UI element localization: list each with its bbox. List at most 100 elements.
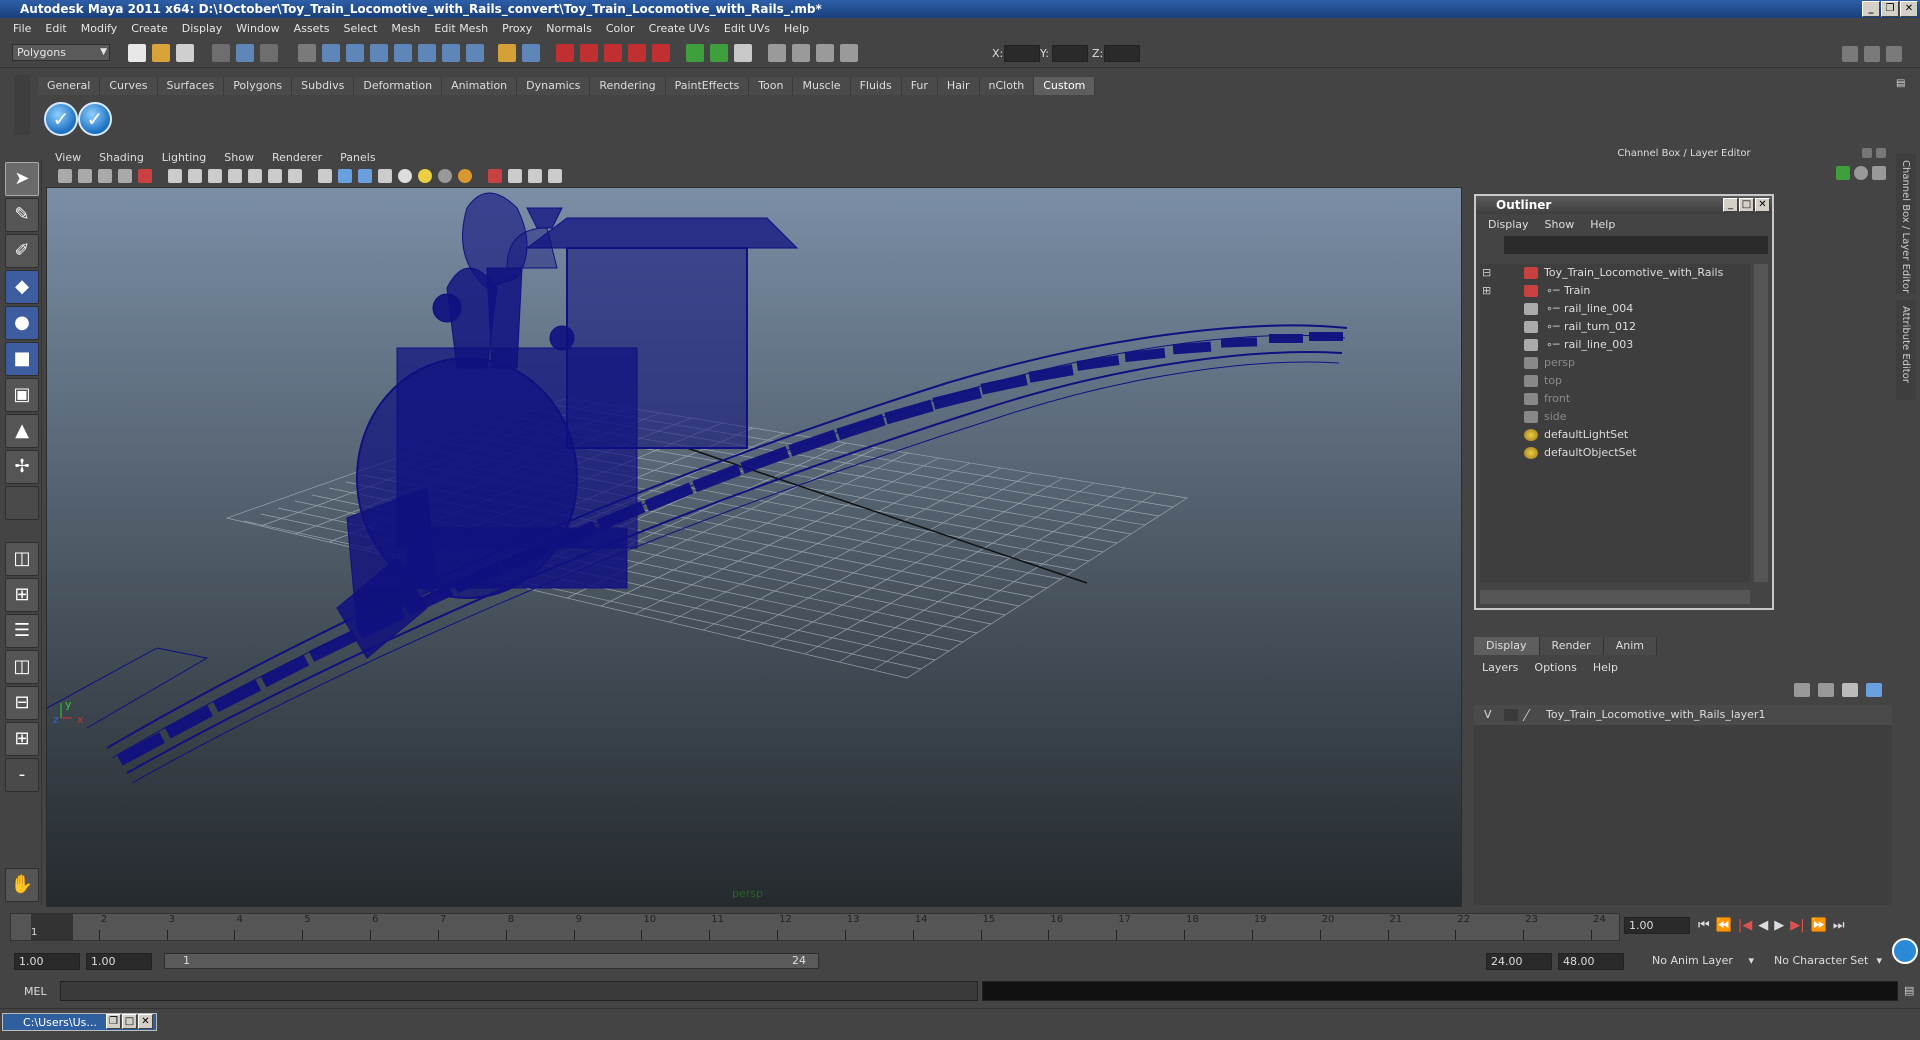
resolution-gate-icon[interactable] xyxy=(208,169,222,183)
menu-edit-mesh[interactable]: Edit Mesh xyxy=(427,22,495,35)
script-editor-icon[interactable]: ▤ xyxy=(1904,984,1914,997)
current-frame-field[interactable]: 1.00 xyxy=(1624,917,1690,934)
snap-curve-icon[interactable] xyxy=(322,44,340,62)
layer-tab-anim[interactable]: Anim xyxy=(1603,637,1657,655)
field-chart-icon[interactable] xyxy=(248,169,262,183)
2d-pan-zoom-icon[interactable] xyxy=(118,169,132,183)
new-scene-icon[interactable] xyxy=(128,44,146,62)
outliner-item[interactable]: ∘─ rail_line_003 xyxy=(1480,336,1750,354)
attribute-icon[interactable] xyxy=(1854,166,1868,180)
persp-graph-hypergraph-layout-icon[interactable]: ⊞ xyxy=(5,722,39,756)
menu-edit-uvs[interactable]: Edit UVs xyxy=(717,22,777,35)
render-globals-icon[interactable] xyxy=(840,44,858,62)
menu-create[interactable]: Create xyxy=(124,22,175,35)
persp-graph-layout-icon[interactable]: ◫ xyxy=(5,650,39,684)
play-forwards-icon[interactable]: ▶ xyxy=(1774,918,1784,933)
render-settings-icon[interactable] xyxy=(710,44,728,62)
hypershade-persp-layout-icon[interactable]: ⊟ xyxy=(5,686,39,720)
shelf-tab-toon[interactable]: Toon xyxy=(749,77,794,95)
render-view-icon[interactable] xyxy=(768,44,786,62)
panel-menu-panels[interactable]: Panels xyxy=(331,151,384,164)
channel-box-icon[interactable] xyxy=(1836,166,1850,180)
outliner-item[interactable]: ∘─ rail_line_004 xyxy=(1480,300,1750,318)
shelf-tab-animation[interactable]: Animation xyxy=(442,77,518,95)
shelf-tab-rendering[interactable]: Rendering xyxy=(590,77,666,95)
attribute-editor-toggle-icon[interactable] xyxy=(1842,46,1858,62)
outliner-menu-display[interactable]: Display xyxy=(1480,218,1537,231)
render-icon-1[interactable] xyxy=(556,44,574,62)
expand-icon[interactable]: ⊞ xyxy=(1482,282,1491,300)
panel-menu-shading[interactable]: Shading xyxy=(90,151,153,164)
minimized-restore-button[interactable]: ❐ xyxy=(106,1014,121,1029)
panel-menu-show[interactable]: Show xyxy=(215,151,263,164)
film-gate-icon[interactable] xyxy=(188,169,202,183)
history-icon[interactable] xyxy=(418,44,436,62)
layer-type-toggle[interactable] xyxy=(1504,709,1518,721)
textured-icon[interactable] xyxy=(378,169,392,183)
high-quality-icon[interactable] xyxy=(458,169,472,183)
outliner-item[interactable]: ⊟ Toy_Train_Locomotive_with_Rails xyxy=(1480,264,1750,282)
character-set-dropdown[interactable]: No Character Set ▾ xyxy=(1770,953,1884,970)
snap-view-plane-icon[interactable] xyxy=(370,44,388,62)
construction-icon[interactable] xyxy=(442,44,460,62)
image-plane-icon[interactable] xyxy=(98,169,112,183)
layer-visibility-toggle[interactable]: V xyxy=(1484,705,1492,725)
outliner-horizontal-scrollbar[interactable] xyxy=(1480,590,1750,604)
close-button[interactable]: ✕ xyxy=(1900,1,1918,17)
outliner-minimize-button[interactable]: _ xyxy=(1723,198,1738,212)
y-field[interactable] xyxy=(1052,45,1088,62)
help-query-icon[interactable] xyxy=(466,44,484,62)
step-forward-key-icon[interactable]: ⏩ xyxy=(1811,918,1827,933)
step-forward-frame-icon[interactable]: ▶| xyxy=(1790,918,1804,933)
playback-end-field[interactable]: 24.00 xyxy=(1486,953,1552,970)
menu-select[interactable]: Select xyxy=(336,22,384,35)
render-icon-3[interactable] xyxy=(604,44,622,62)
render-current-icon[interactable] xyxy=(792,44,810,62)
step-back-frame-icon[interactable]: |◀ xyxy=(1738,918,1752,933)
perspective-viewport[interactable]: y x z persp xyxy=(46,187,1462,907)
smooth-shade-icon[interactable] xyxy=(338,169,352,183)
camera-attr-icon[interactable] xyxy=(58,169,72,183)
move-layer-down-icon[interactable] xyxy=(1818,683,1834,697)
menu-color[interactable]: Color xyxy=(599,22,642,35)
minimized-close-button[interactable]: ✕ xyxy=(138,1014,153,1029)
layer-tab-render[interactable]: Render xyxy=(1539,637,1604,655)
z-field[interactable] xyxy=(1104,45,1140,62)
toolbox-collapse-icon[interactable]: - xyxy=(5,758,39,792)
snap-grid-icon[interactable] xyxy=(298,44,316,62)
lock-icon[interactable] xyxy=(498,44,516,62)
move-tool-icon[interactable]: ◆ xyxy=(5,270,39,304)
xray-icon[interactable] xyxy=(508,169,522,183)
isolate-select-icon[interactable] xyxy=(488,169,502,183)
menu-window[interactable]: Window xyxy=(229,22,286,35)
camera-select-icon[interactable] xyxy=(522,44,540,62)
menu-set-dropdown[interactable]: Polygons ▼ xyxy=(12,44,110,61)
animation-end-field[interactable]: 48.00 xyxy=(1558,953,1624,970)
tool-settings-toggle-icon[interactable] xyxy=(1864,46,1880,62)
shelf-tab-dynamics[interactable]: Dynamics xyxy=(517,77,591,95)
open-scene-icon[interactable] xyxy=(152,44,170,62)
outliner-item[interactable]: ∘─ rail_turn_012 xyxy=(1480,318,1750,336)
outliner-item[interactable]: persp xyxy=(1480,354,1750,372)
layer-menu-options[interactable]: Options xyxy=(1526,661,1584,674)
outliner-item[interactable]: defaultLightSet xyxy=(1480,426,1750,444)
new-layer-from-selected-icon[interactable] xyxy=(1866,683,1882,697)
play-backwards-icon[interactable]: ◀ xyxy=(1758,918,1768,933)
render-icon-5[interactable] xyxy=(652,44,670,62)
shelf-tab-surfaces[interactable]: Surfaces xyxy=(157,77,225,95)
grid-toggle-icon[interactable] xyxy=(168,169,182,183)
scale-tool-icon[interactable]: ■ xyxy=(5,342,39,376)
minimized-maximize-button[interactable]: □ xyxy=(122,1014,137,1029)
channel-box-toggle-icon[interactable] xyxy=(1886,46,1902,62)
collapse-icon[interactable]: ⊟ xyxy=(1482,264,1491,282)
select-tool-icon[interactable]: ➤ xyxy=(5,162,39,196)
all-lights-icon[interactable] xyxy=(418,169,432,183)
shelf-tab-curves[interactable]: Curves xyxy=(100,77,158,95)
xray-components-icon[interactable] xyxy=(548,169,562,183)
single-pane-layout-icon[interactable]: ◫ xyxy=(5,542,39,576)
select-hierarchy-icon[interactable] xyxy=(212,44,230,62)
layer-menu-layers[interactable]: Layers xyxy=(1474,661,1526,674)
layer-tab-display[interactable]: Display xyxy=(1474,637,1540,655)
rotate-tool-icon[interactable]: ● xyxy=(5,306,39,340)
save-scene-icon[interactable] xyxy=(176,44,194,62)
